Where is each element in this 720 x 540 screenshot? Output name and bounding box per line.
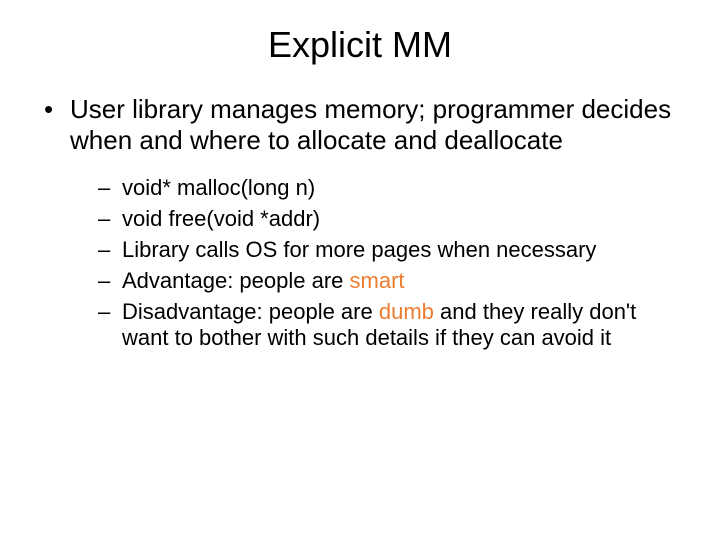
sub-bullet-os-pages: Library calls OS for more pages when nec… (98, 237, 680, 264)
bullet-main: User library manages memory; programmer … (40, 94, 680, 155)
accent-word-smart: smart (350, 268, 405, 293)
sub-bullet-free: void free(void *addr) (98, 206, 680, 233)
slide: Explicit MM User library manages memory;… (0, 0, 720, 540)
accent-word-dumb: dumb (379, 299, 434, 324)
text-run: Advantage: people are (122, 268, 350, 293)
sub-bullet-advantage: Advantage: people are smart (98, 268, 680, 295)
slide-body: User library manages memory; programmer … (0, 94, 720, 352)
sub-bullet-list: void* malloc(long n) void free(void *add… (40, 175, 680, 352)
sub-bullet-malloc: void* malloc(long n) (98, 175, 680, 202)
text-run: Disadvantage: people are (122, 299, 379, 324)
sub-bullet-disadvantage: Disadvantage: people are dumb and they r… (98, 299, 680, 353)
slide-title: Explicit MM (0, 0, 720, 94)
